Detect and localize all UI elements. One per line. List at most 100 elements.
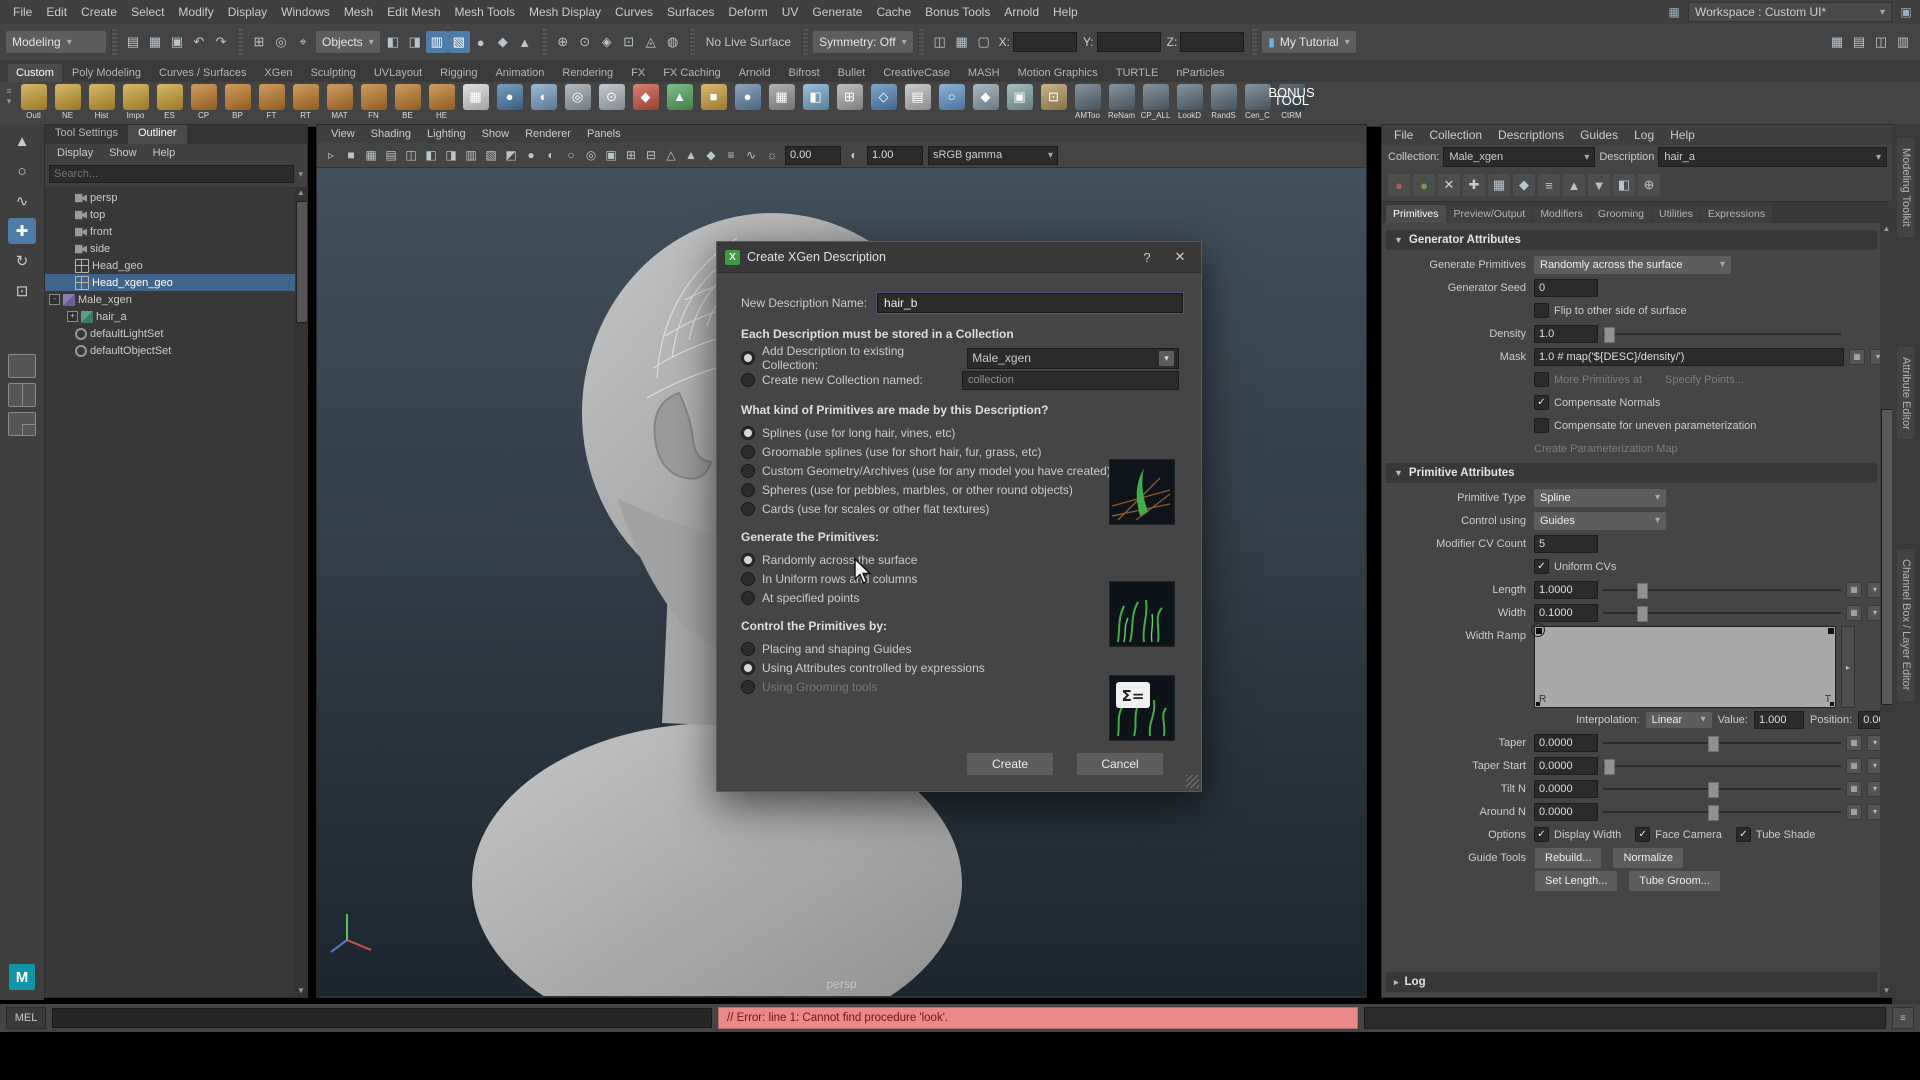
radio-icon[interactable] [741,502,755,516]
viewport-toolbar-icon[interactable]: △ [661,145,681,165]
shelf-item[interactable]: ◇ [867,84,900,120]
radio-icon[interactable] [741,661,755,675]
shelf-item[interactable]: NE [51,84,84,120]
history-icon[interactable]: ▢ [973,31,995,53]
two-pane-layout-button[interactable] [8,383,36,407]
description-dropdown[interactable]: hair_a [1658,147,1887,167]
mel-command-input[interactable] [52,1008,712,1028]
menu-item[interactable]: Display [221,1,274,24]
shelf-options-icon[interactable]: ▾ [7,96,12,106]
set-length-button[interactable]: Set Length... [1534,870,1618,892]
snap-icon[interactable]: ⊕ [552,31,574,53]
shelf-item[interactable]: HE [425,84,458,120]
shelf-tab[interactable]: Rendering [554,64,621,82]
outliner-row[interactable]: Head_geo [45,257,307,274]
attribute-input[interactable] [1534,604,1598,622]
viewport-menu-item[interactable]: Shading [363,128,419,140]
xgen-menu-item[interactable]: File [1386,128,1421,142]
dock-vertical-tab[interactable]: Attribute Editor [1897,347,1915,440]
snap-icon[interactable]: ⊙ [574,31,596,53]
menu-item[interactable]: Generate [805,1,869,24]
snap-icon[interactable]: ⊡ [618,31,640,53]
outliner-row[interactable]: front [45,223,307,240]
single-pane-layout-button[interactable] [8,354,36,378]
radio-icon[interactable] [741,483,755,497]
mask-icon[interactable]: ▧ [448,31,470,53]
search-filter-icon[interactable]: ▾ [298,169,303,180]
ramp-value-input[interactable] [1754,711,1804,729]
shelf-item[interactable]: RandS [1207,84,1240,120]
menu-item[interactable]: Edit [39,1,74,24]
primitive-attributes-header[interactable]: ▼ Primitive Attributes [1386,463,1877,483]
outliner-row[interactable]: persp [45,189,307,206]
xgen-menu-item[interactable]: Log [1626,128,1662,142]
description-name-input[interactable] [877,293,1183,313]
menu-item[interactable]: Bonus Tools [918,1,997,24]
primitive-type-dropdown[interactable]: Spline [1534,489,1666,507]
shelf-item[interactable]: ▦ [765,84,798,120]
shelf-item[interactable]: LookD [1173,84,1206,120]
menu-item[interactable]: Arnold [997,1,1046,24]
outliner-menu-item[interactable]: Display [49,147,101,159]
panel-tab[interactable]: Tool Settings [45,125,128,144]
snap-icon[interactable]: ◬ [640,31,662,53]
compensate-normals-row[interactable]: Compensate Normals [1534,395,1877,410]
shelf-item[interactable]: ■ [697,84,730,120]
shelf-item[interactable]: FN [357,84,390,120]
attribute-input[interactable] [1534,780,1598,798]
shelf-item[interactable]: ◎ [561,84,594,120]
viewport-toolbar-icon[interactable]: ▤ [381,145,401,165]
shelf-item[interactable]: ▲ [663,84,696,120]
outliner-row[interactable]: + hair_a [45,308,307,325]
shelf-item[interactable]: ReNam [1105,84,1138,120]
xgen-toolbar-icon[interactable]: ⊕ [1638,174,1660,196]
shelf-item[interactable]: BP [221,84,254,120]
outliner-scrollbar[interactable]: ▲ ▼ [295,187,307,997]
radio-icon[interactable] [741,445,755,459]
primitive-type-radio-row[interactable]: Splines (use for long hair, vines, etc) [741,423,1201,442]
radio-icon[interactable] [741,373,755,387]
shelf-item[interactable]: AMToo [1071,84,1104,120]
separator[interactable] [541,29,547,55]
option-checkbox[interactable] [1736,827,1751,842]
shelf-tab[interactable]: Bifrost [780,64,827,82]
shelf-tab[interactable]: Rigging [432,64,485,82]
attribute-input[interactable] [1534,803,1598,821]
scroll-down-icon[interactable]: ▼ [295,985,307,997]
search-input[interactable] [49,165,294,183]
menu-item[interactable]: Modify [171,1,220,24]
snap-icon[interactable]: ◈ [596,31,618,53]
xgen-tab[interactable]: Modifiers [1533,205,1590,223]
shelf-item[interactable]: ⊞ [833,84,866,120]
menu-item[interactable]: Create [74,1,124,24]
separator[interactable] [689,29,695,55]
scroll-up-icon[interactable]: ▲ [295,187,307,199]
file-op-icon[interactable]: ▣ [166,31,188,53]
attribute-slider[interactable] [1603,804,1841,820]
xgen-toolbar-icon[interactable]: ▲ [1563,174,1585,196]
compensate-normals-checkbox[interactable] [1534,395,1549,410]
shelf-item[interactable]: BONUS TOOL CtRM [1275,84,1308,120]
existing-collection-dropdown[interactable]: Male_xgen ▾ [967,348,1179,369]
viewport-toolbar-icon[interactable]: ▹ [321,145,341,165]
uniform-cvs-checkbox[interactable] [1534,559,1549,574]
shelf-tab[interactable]: nParticles [1168,64,1232,82]
menu-item[interactable]: Curves [608,1,660,24]
dialog-titlebar[interactable]: X Create XGen Description ? ✕ [717,242,1201,273]
new-collection-input[interactable] [962,371,1179,390]
shelf-item[interactable]: ◆ [629,84,662,120]
viewport-menu-item[interactable]: Show [474,128,518,140]
exposure-field[interactable]: 0.00 [785,146,841,165]
selection-mode-icon[interactable]: ⌖ [292,31,314,53]
outliner-menu-item[interactable]: Show [101,147,145,159]
xgen-menu-item[interactable]: Descriptions [1490,128,1572,142]
history-icon[interactable]: ◫ [929,31,951,53]
attribute-slider[interactable] [1603,781,1841,797]
shelf-tab[interactable]: Arnold [731,64,779,82]
cv-count-input[interactable] [1534,535,1598,553]
mask-icon[interactable]: ▲ [514,31,536,53]
viewport-menu-item[interactable]: View [323,128,363,140]
compensate-param-row[interactable]: Compensate for uneven parameterization [1534,418,1877,433]
shelf-tab[interactable]: Motion Graphics [1010,64,1106,82]
existing-collection-radio-row[interactable]: Add Description to existing Collection: … [741,347,1201,369]
